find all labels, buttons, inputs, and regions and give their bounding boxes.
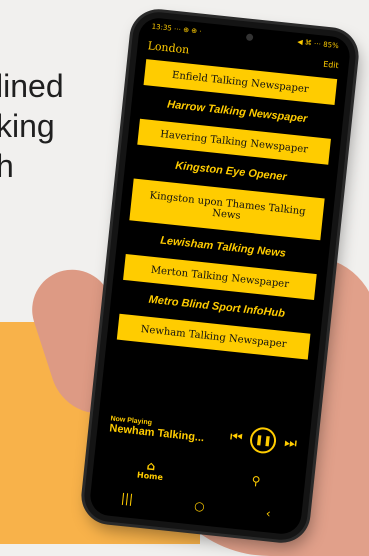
list-item-label: Kingston Eye Opener	[174, 159, 288, 184]
list-item-label: Kingston upon Thames Talking News	[149, 190, 307, 222]
list-item-label: Havering Talking Newspaper	[159, 128, 309, 155]
edit-button[interactable]: Edit	[323, 59, 339, 70]
status-time: 13:35 ⋯ ⊕ ⊕ ·	[151, 22, 202, 36]
phone-screen: 13:35 ⋯ ⊕ ⊕ · ◀ ⌘ ⋯ 85% London Edit Enfi…	[88, 16, 352, 536]
playback-controls: ⏮ ❚❚ ⏭	[229, 424, 299, 457]
skip-next-icon[interactable]: ⏭	[283, 435, 297, 452]
list-item-label: Enfield Talking Newspaper	[171, 69, 310, 95]
station-list: Enfield Talking Newspaper Harrow Talking…	[107, 58, 347, 361]
camera-icon	[245, 32, 254, 41]
tab-search[interactable]: ⚲	[250, 473, 262, 489]
background-text-line: lined	[0, 68, 64, 104]
background-text: lined king h	[0, 66, 64, 186]
tab-home-label: Home	[136, 469, 164, 482]
recent-apps-icon[interactable]: |||	[120, 491, 134, 506]
status-icons: ◀ ⌘ ⋯ 85%	[296, 37, 340, 51]
pause-icon[interactable]: ❚❚	[249, 426, 278, 455]
search-icon: ⚲	[250, 473, 262, 489]
page-title: London	[147, 38, 190, 57]
list-item-label: Metro Blind Sport InfoHub	[148, 293, 286, 320]
skip-previous-icon[interactable]: ⏮	[229, 429, 243, 446]
list-item-label: Lewisham Talking News	[159, 234, 287, 260]
home-circle-icon[interactable]: ○	[194, 499, 206, 514]
home-icon: ⌂	[146, 457, 157, 473]
background-text-line: king	[0, 108, 55, 144]
now-playing-info: Now Playing Newham Talking...	[109, 415, 206, 444]
back-icon[interactable]: ‹	[265, 506, 271, 520]
list-item-label: Harrow Talking Newspaper	[166, 98, 308, 126]
background-text-line: h	[0, 148, 14, 184]
list-item-label: Newham Talking Newspaper	[140, 323, 288, 350]
tab-home[interactable]: ⌂ Home	[137, 458, 165, 482]
list-item-label: Merton Talking Newspaper	[150, 264, 290, 290]
